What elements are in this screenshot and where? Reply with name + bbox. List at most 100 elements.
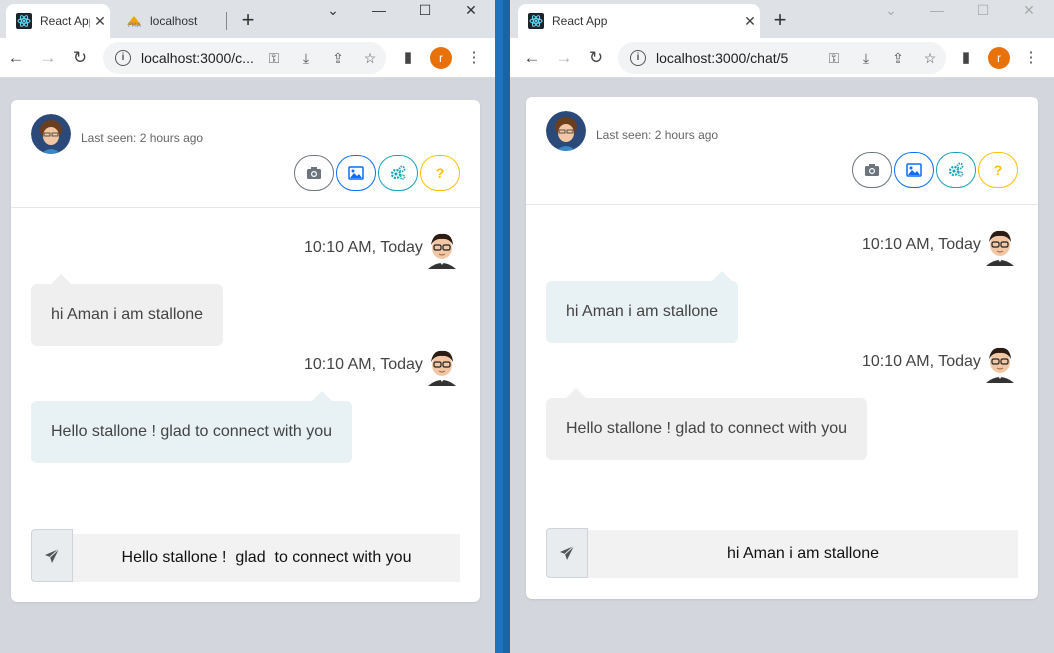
star-icon[interactable]: ☆	[914, 50, 946, 67]
chat-card: Last seen: 2 hours ago ? 10:10 AM, Today	[526, 97, 1038, 599]
image-button[interactable]	[894, 152, 934, 188]
chat-card: Last seen: 2 hours ago ? 10:10 AM, Today	[11, 100, 480, 602]
menu-icon[interactable]: ⋮	[1019, 46, 1043, 70]
chevron-down-icon[interactable]: ⌄	[310, 0, 356, 30]
forward-icon[interactable]: →	[552, 46, 576, 70]
camera-icon	[865, 164, 879, 176]
key-icon[interactable]: ⚿	[818, 50, 850, 67]
tab-react-app[interactable]: React App ✕	[6, 4, 110, 38]
close-icon[interactable]: ✕	[90, 13, 110, 30]
message-time: 10:10 AM, Today	[862, 236, 981, 253]
message-composer	[31, 529, 460, 582]
message-text: Hello stallone ! glad to connect with yo…	[566, 420, 848, 437]
image-icon	[906, 163, 922, 177]
message-bubble: hi Aman i am stallone	[31, 274, 224, 346]
message-bubble: Hello stallone ! glad to connect with yo…	[546, 388, 868, 460]
bubble-tail	[566, 388, 586, 398]
window-edge	[503, 0, 510, 653]
svg-text:PMA: PMA	[128, 22, 142, 29]
chevron-down-icon[interactable]: ⌄	[868, 0, 914, 30]
window-controls: ⌄ — ☐ ✕	[868, 0, 1052, 30]
camera-button[interactable]	[294, 155, 334, 191]
tab-bar: React App ✕ PMA localhost + ⌄ — ☐ ✕	[0, 0, 495, 38]
info-icon[interactable]: i	[115, 50, 131, 66]
message-bubble: Hello stallone ! glad to connect with yo…	[31, 391, 353, 463]
contact-avatar[interactable]	[31, 114, 71, 154]
back-icon[interactable]: ←	[4, 46, 28, 70]
reload-icon[interactable]: ↻	[68, 46, 92, 70]
tab-react-app[interactable]: React App ✕	[518, 4, 760, 38]
camera-button[interactable]	[852, 152, 892, 188]
camera-icon	[307, 167, 321, 179]
browser-toolbar: ← → ↻ i localhost:3000/chat/5 ⚿ ⤓ ⇪ ☆ ▮ …	[510, 38, 1054, 78]
pma-icon: PMA	[127, 16, 142, 29]
question-icon: ?	[993, 162, 1003, 178]
help-button[interactable]: ?	[420, 155, 460, 191]
send-icon	[560, 545, 575, 560]
new-tab-icon[interactable]: +	[236, 8, 260, 32]
reload-icon[interactable]: ↻	[584, 46, 608, 70]
last-seen-text: Last seen: 2 hours ago	[596, 128, 719, 142]
help-button[interactable]: ?	[978, 152, 1018, 188]
react-icon	[528, 13, 544, 29]
send-icon	[45, 548, 60, 563]
sender-avatar	[428, 233, 456, 269]
maximize-icon[interactable]: ☐	[402, 0, 448, 30]
profile-avatar[interactable]: r	[430, 47, 452, 69]
tab-divider	[226, 12, 227, 30]
new-tab-icon[interactable]: +	[768, 8, 792, 32]
cogs-icon	[948, 162, 964, 177]
message-text: Hello stallone ! glad to connect with yo…	[51, 423, 333, 440]
chat-actions: ?	[850, 152, 1018, 188]
minimize-icon[interactable]: —	[914, 0, 960, 30]
question-icon: ?	[435, 165, 445, 181]
message-time: 10:10 AM, Today	[304, 239, 423, 256]
message-input[interactable]	[588, 530, 1018, 578]
contact-avatar[interactable]	[546, 111, 586, 151]
menu-icon[interactable]: ⋮	[462, 46, 486, 70]
react-icon	[16, 13, 32, 29]
browser-window-left: React App ✕ PMA localhost + ⌄ — ☐ ✕ ← → …	[0, 0, 495, 653]
star-icon[interactable]: ☆	[354, 50, 386, 67]
sender-avatar	[986, 347, 1014, 383]
message-input[interactable]	[73, 534, 460, 582]
bubble-tail	[51, 274, 71, 284]
settings-button[interactable]	[378, 155, 418, 191]
image-button[interactable]	[336, 155, 376, 191]
close-window-icon[interactable]: ✕	[1006, 0, 1052, 30]
install-icon[interactable]: ⤓	[290, 50, 322, 67]
message-text: hi Aman i am stallone	[566, 303, 719, 320]
key-icon[interactable]: ⚿	[258, 50, 290, 67]
forward-icon[interactable]: →	[36, 46, 60, 70]
send-button[interactable]	[546, 528, 588, 578]
maximize-icon[interactable]: ☐	[960, 0, 1006, 30]
chat-header: Last seen: 2 hours ago ?	[526, 97, 1038, 205]
sidepanel-icon[interactable]: ▮	[954, 46, 978, 70]
tab-title: localhost	[150, 14, 198, 28]
message-time: 10:10 AM, Today	[862, 353, 981, 370]
url-text: localhost:3000/chat/5	[656, 50, 789, 66]
profile-avatar[interactable]: r	[988, 47, 1010, 69]
image-icon	[348, 166, 364, 180]
settings-button[interactable]	[936, 152, 976, 188]
info-icon[interactable]: i	[630, 50, 646, 66]
address-bar[interactable]: i localhost:3000/chat/5 ⚿ ⤓ ⇪ ☆	[618, 42, 946, 74]
back-icon[interactable]: ←	[520, 46, 544, 70]
message-time: 10:10 AM, Today	[304, 356, 423, 373]
bubble-tail	[312, 391, 333, 401]
chat-actions: ?	[292, 155, 460, 191]
install-icon[interactable]: ⤓	[850, 50, 882, 67]
share-icon[interactable]: ⇪	[882, 50, 914, 67]
address-bar[interactable]: i localhost:3000/c... ⚿ ⤓ ⇪ ☆	[103, 42, 386, 74]
sender-avatar	[986, 230, 1014, 266]
chat-header: Last seen: 2 hours ago ?	[11, 100, 480, 208]
sidepanel-icon[interactable]: ▮	[396, 46, 420, 70]
tab-title: React App	[552, 14, 608, 28]
share-icon[interactable]: ⇪	[322, 50, 354, 67]
tab-localhost[interactable]: PMA localhost	[116, 4, 226, 38]
message-bubble: hi Aman i am stallone	[546, 271, 739, 343]
send-button[interactable]	[31, 529, 73, 582]
close-window-icon[interactable]: ✕	[448, 0, 494, 30]
close-icon[interactable]: ✕	[740, 13, 760, 30]
minimize-icon[interactable]: —	[356, 0, 402, 30]
